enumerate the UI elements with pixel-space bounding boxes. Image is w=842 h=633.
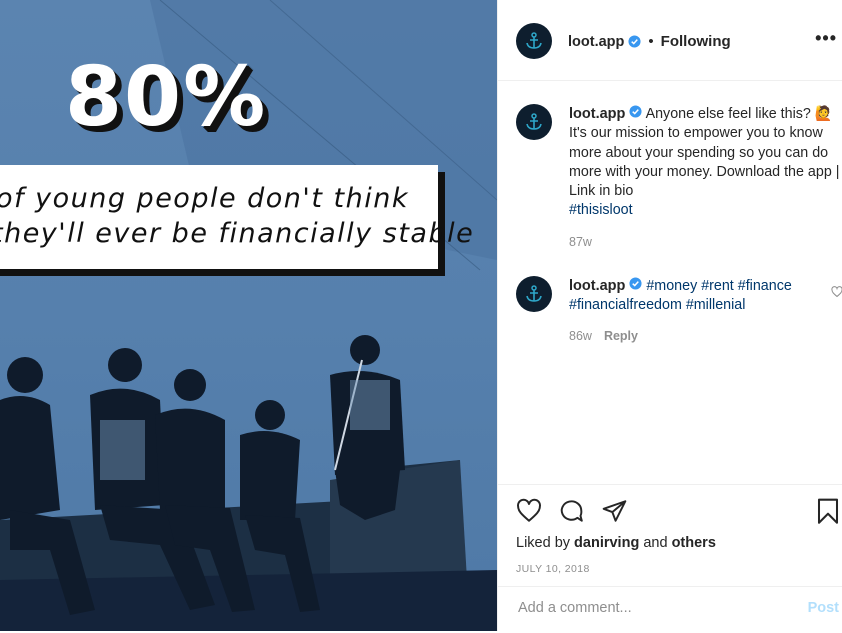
verified-badge-icon: [628, 35, 641, 48]
caption-line-2: they'll ever be financially stable: [0, 218, 475, 249]
anchor-icon: [526, 113, 542, 130]
following-button[interactable]: Following: [661, 33, 731, 50]
hashtag-link[interactable]: #thisisloot: [569, 202, 633, 218]
post-image[interactable]: 80% of young people don't think they'll …: [0, 0, 497, 631]
likes-summary: Liked by danirving and others: [516, 535, 716, 551]
avatar[interactable]: [516, 104, 552, 140]
separator-dot: •: [648, 33, 654, 50]
comment-username[interactable]: loot.app: [569, 106, 625, 122]
hashtag-link[interactable]: #money #rent #finance: [646, 278, 791, 294]
header-user: loot.app • Following: [568, 33, 731, 50]
share-paper-plane-icon[interactable]: [601, 498, 628, 524]
anchor-icon: [526, 285, 542, 302]
verified-badge-icon: [629, 277, 642, 290]
more-options-icon[interactable]: •••: [815, 28, 837, 49]
instagram-post: 80% of young people don't think they'll …: [0, 0, 842, 631]
heart-icon[interactable]: [515, 498, 543, 524]
hashtag-link[interactable]: #financialfreedom #millenial: [569, 297, 745, 313]
group-photo: [0, 335, 497, 631]
liked-others-link[interactable]: others: [672, 535, 716, 551]
comment-username[interactable]: loot.app: [569, 278, 625, 294]
headline-percent: 80%: [65, 50, 268, 145]
comment-input[interactable]: [516, 599, 780, 617]
add-comment-bar: Post: [498, 586, 842, 633]
comment-bubble-icon[interactable]: [558, 498, 585, 524]
comment-text-block: loot.app Anyone else feel like this? 🙋 I…: [569, 105, 842, 221]
post-comment-button[interactable]: Post: [808, 600, 839, 616]
reply-button[interactable]: Reply: [604, 329, 638, 343]
caption-box: [0, 165, 438, 269]
bookmark-icon[interactable]: [816, 498, 840, 525]
post-header: loot.app • Following •••: [498, 0, 842, 81]
post-date[interactable]: JULY 10, 2018: [516, 563, 590, 575]
username-link[interactable]: loot.app: [568, 34, 624, 50]
comment-meta: 86w Reply: [569, 329, 638, 343]
verified-badge-icon: [629, 105, 642, 118]
post-actions: Liked by danirving and others JULY 10, 2…: [498, 484, 842, 632]
caption-line-1: of young people don't think: [0, 183, 409, 214]
liked-by-label: Liked by: [516, 535, 571, 551]
avatar[interactable]: [516, 276, 552, 312]
anchor-icon: [526, 32, 542, 49]
avatar[interactable]: [516, 23, 552, 59]
liked-user-link[interactable]: danirving: [574, 535, 639, 551]
like-comment-heart-icon[interactable]: [831, 286, 842, 298]
comment-time: 87w: [569, 235, 592, 249]
liked-and-label: and: [643, 535, 668, 551]
comment-time: 86w: [569, 329, 592, 343]
comment-text-block: loot.app #money #rent #finance #financia…: [569, 277, 842, 316]
post-sidebar: loot.app • Following ••• loot.app Anyone…: [497, 0, 842, 631]
